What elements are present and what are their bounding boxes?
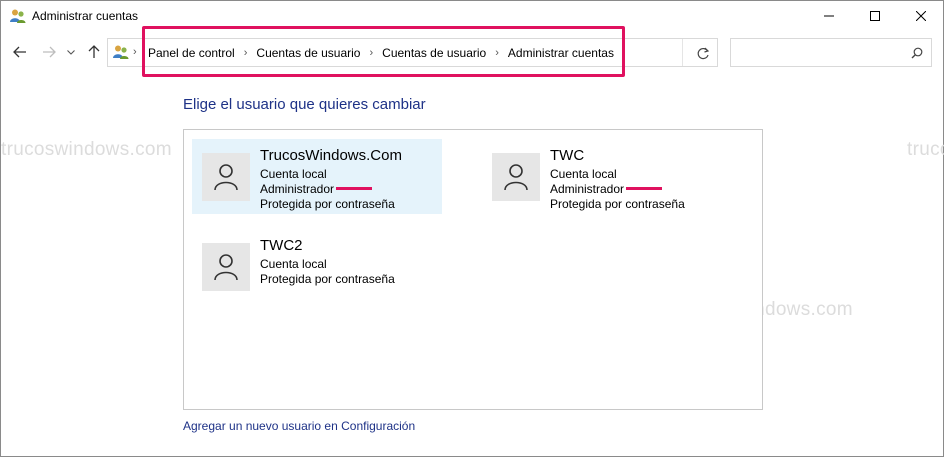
avatar	[202, 153, 250, 201]
user-icon	[504, 164, 528, 191]
breadcrumb-chevron-icon[interactable]: ›	[495, 47, 499, 59]
window: Administrar cuentas › Panel de control ›…	[0, 0, 944, 457]
breadcrumb-item-administrar-cuentas[interactable]: Administrar cuentas	[508, 46, 614, 60]
chevron-down-icon	[67, 49, 75, 55]
account-tile-trucoswindows[interactable]: TrucosWindows.Com Cuenta local Administr…	[192, 139, 442, 214]
watermark: trucoswindows.com	[907, 139, 944, 160]
account-tile-twc[interactable]: TWC Cuenta local Administrador Protegida…	[482, 139, 732, 214]
close-icon	[916, 11, 926, 21]
account-protection: Protegida por contraseña	[260, 197, 395, 211]
minimize-button[interactable]	[806, 1, 852, 31]
accounts-panel: TrucosWindows.Com Cuenta local Administr…	[183, 129, 763, 410]
user-icon	[214, 254, 238, 281]
account-type: Cuenta local	[260, 167, 327, 181]
account-type: Cuenta local	[550, 167, 617, 181]
back-button[interactable]	[9, 41, 31, 63]
refresh-icon	[697, 47, 709, 59]
close-button[interactable]	[898, 1, 944, 31]
breadcrumb-chevron-icon[interactable]: ›	[244, 47, 248, 59]
breadcrumb-chevron-icon: ›	[133, 46, 137, 58]
recent-locations-button[interactable]	[63, 41, 79, 63]
highlight-mark	[336, 187, 373, 191]
maximize-icon	[870, 11, 880, 21]
account-role: Administrador	[260, 182, 373, 196]
navigation-bar: › Panel de control › Cuentas de usuario …	[1, 26, 943, 77]
highlight-mark	[626, 187, 663, 191]
account-role: Administrador	[550, 182, 663, 196]
account-protection: Protegida por contraseña	[260, 272, 395, 286]
page-heading: Elige el usuario que quieres cambiar	[183, 96, 426, 113]
watermark: trucoswindows.com	[1, 139, 172, 160]
account-name: TrucosWindows.Com	[260, 147, 402, 164]
avatar	[492, 153, 540, 201]
forward-button[interactable]	[38, 41, 60, 63]
account-type: Cuenta local	[260, 257, 327, 271]
up-button[interactable]	[83, 41, 105, 63]
maximize-button[interactable]	[852, 1, 898, 31]
arrow-right-icon	[43, 46, 56, 58]
arrow-left-icon	[13, 46, 26, 58]
avatar	[202, 243, 250, 291]
arrow-up-icon	[88, 45, 100, 58]
search-icon[interactable]	[911, 46, 923, 64]
breadcrumb-item-panel-de-control[interactable]: Panel de control	[148, 46, 235, 60]
account-name: TWC2	[260, 237, 303, 254]
address-divider	[682, 39, 683, 66]
account-protection: Protegida por contraseña	[550, 197, 685, 211]
breadcrumb-chevron-icon[interactable]: ›	[369, 47, 373, 59]
search-input[interactable]	[730, 38, 932, 67]
account-name: TWC	[550, 147, 585, 164]
user-accounts-icon	[9, 8, 27, 24]
account-tile-twc2[interactable]: TWC2 Cuenta local Protegida por contrase…	[192, 229, 442, 304]
control-panel-icon	[112, 44, 130, 60]
breadcrumb: Panel de control › Cuentas de usuario › …	[148, 46, 614, 60]
minimize-icon	[824, 15, 834, 17]
window-title: Administrar cuentas	[32, 9, 139, 23]
user-icon	[214, 164, 238, 191]
address-bar[interactable]: › Panel de control › Cuentas de usuario …	[107, 26, 773, 77]
breadcrumb-item-cuentas-de-usuario[interactable]: Cuentas de usuario	[256, 46, 360, 60]
refresh-button[interactable]	[693, 44, 713, 62]
add-user-link[interactable]: Agregar un nuevo usuario en Configuració…	[183, 419, 415, 433]
breadcrumb-item-cuentas-de-usuario-2[interactable]: Cuentas de usuario	[382, 46, 486, 60]
